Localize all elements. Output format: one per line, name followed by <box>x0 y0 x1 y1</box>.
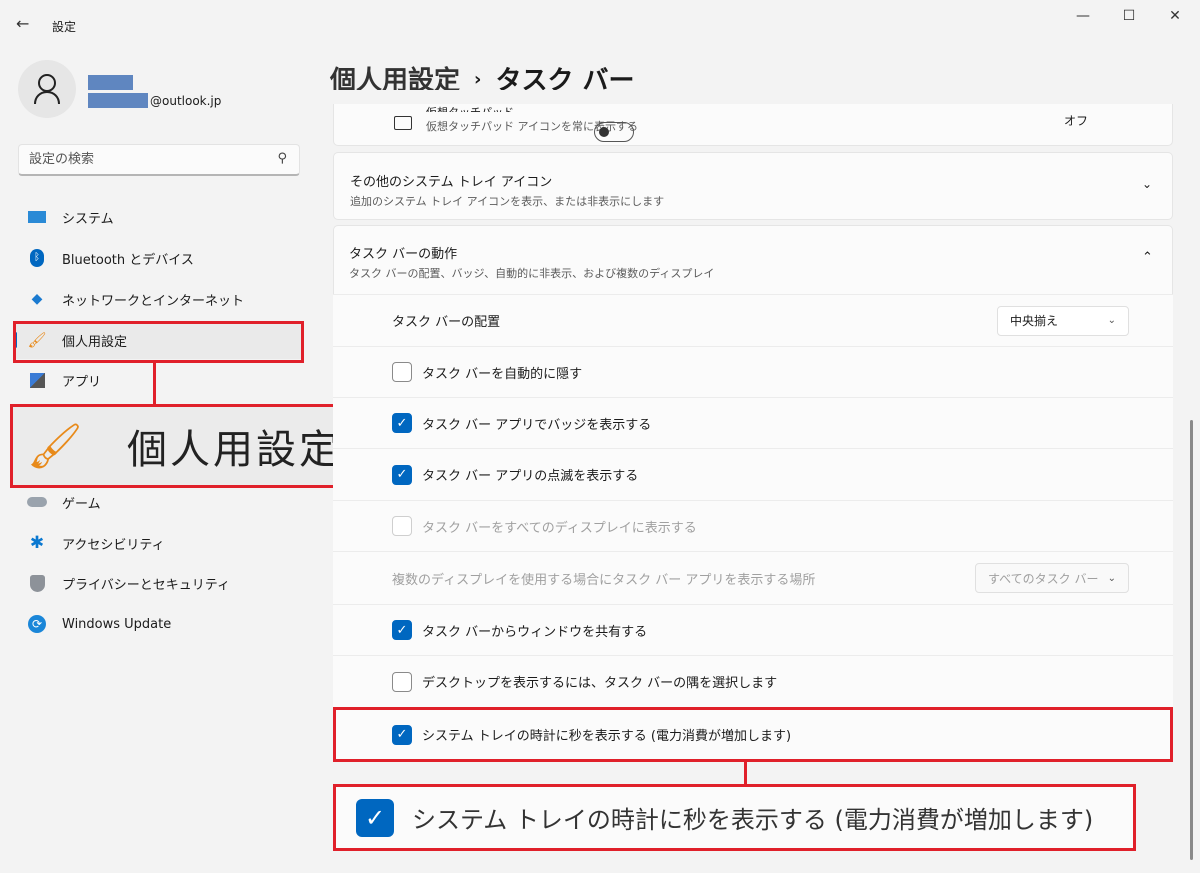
share-window-checkbox[interactable]: ✓ <box>392 620 412 640</box>
search-icon: ⚲ <box>277 151 287 166</box>
touchpad-row: 仮想タッチパッド仮想タッチパッド アイコンを常に表示する オフ <box>333 100 1173 146</box>
touchpad-toggle[interactable] <box>593 121 634 142</box>
search-box[interactable]: ⚲ <box>18 144 300 176</box>
minimize-button[interactable]: — <box>1068 8 1098 24</box>
auto-hide-checkbox[interactable] <box>392 362 412 382</box>
app-title: 設定 <box>52 20 77 34</box>
bluetooth-icon: ᛒ <box>26 249 48 267</box>
account-email: @outlook.jp <box>150 94 222 108</box>
apps-icon <box>26 371 48 389</box>
accessibility-icon: ✱ <box>29 533 45 553</box>
touchpad-icon <box>394 115 412 130</box>
chevron-down-icon: ⌄ <box>1107 315 1116 326</box>
alignment-dropdown[interactable]: 中央揃え ⌄ <box>997 305 1129 336</box>
sidebar-item-accessibility[interactable]: ✱ アクセシビリティ <box>14 524 304 562</box>
paintbrush-icon: 🖌 <box>27 421 83 472</box>
connector-line <box>744 762 747 785</box>
sidebar-item-privacy[interactable]: プライバシーとセキュリティ <box>14 564 304 602</box>
sidebar-item-windows-update[interactable]: ⟳ Windows Update <box>14 605 304 643</box>
highlight-box <box>333 707 1173 762</box>
checkbox-checked-icon: ✓ <box>356 798 394 837</box>
badges-checkbox[interactable]: ✓ <box>392 413 412 433</box>
chevron-down-icon: ⌄ <box>1141 177 1152 191</box>
redacted-name <box>88 75 133 90</box>
update-icon: ⟳ <box>26 615 48 633</box>
seconds-zoom-callout: ✓ システム トレイの時計に秒を表示する (電力消費が増加します) <box>333 784 1136 851</box>
sidebar-item-bluetooth[interactable]: ᛒ Bluetooth とデバイス <box>14 239 304 277</box>
corner-checkbox[interactable] <box>392 671 412 692</box>
highlight-box <box>13 321 304 363</box>
all-displays-checkbox <box>392 516 412 536</box>
title-bar: ← 設定 — ☐ ✕ <box>0 0 1200 48</box>
chevron-down-icon: ⌄ <box>1107 572 1116 584</box>
chevron-up-icon[interactable]: ⌃ <box>1142 250 1153 265</box>
tray-icons-expander[interactable]: その他のシステム トレイ アイコン 追加のシステム トレイ アイコンを表示、また… <box>333 152 1173 220</box>
multi-display-row: 複数のディスプレイを使用する場合にタスク バー アプリを表示する場所 すべてのタ… <box>333 551 1173 604</box>
avatar[interactable] <box>18 60 76 118</box>
sidebar-zoom-callout: 🖌 個人用設定 <box>10 404 377 488</box>
scrollbar[interactable] <box>1190 420 1193 860</box>
multi-display-dropdown: すべてのタスク バー ⌄ <box>975 563 1129 593</box>
sidebar-item-apps[interactable]: アプリ <box>14 361 304 399</box>
sidebar-item-network[interactable]: ◆ ネットワークとインターネット <box>14 280 304 318</box>
auto-hide-row[interactable]: タスク バーを自動的に隠す <box>333 346 1173 397</box>
wifi-icon: ◆ <box>31 291 43 307</box>
close-button[interactable]: ✕ <box>1160 8 1190 24</box>
flashing-row[interactable]: ✓ タスク バー アプリの点滅を表示する <box>333 448 1173 500</box>
flashing-checkbox[interactable]: ✓ <box>392 464 412 485</box>
gamepad-icon <box>26 493 48 511</box>
all-displays-row: タスク バーをすべてのディスプレイに表示する <box>333 500 1173 551</box>
scroll-mask <box>333 90 1173 104</box>
shield-icon <box>26 574 48 592</box>
share-window-row[interactable]: ✓ タスク バーからウィンドウを共有する <box>333 604 1173 655</box>
sidebar-item-system[interactable]: システム <box>14 198 304 236</box>
alignment-row: タスク バーの配置 中央揃え ⌄ <box>333 294 1173 346</box>
connector-line <box>153 363 156 405</box>
back-button[interactable]: ← <box>16 14 29 33</box>
monitor-icon <box>26 208 48 226</box>
sidebar-item-gaming[interactable]: ゲーム <box>14 483 304 521</box>
redacted-email <box>88 93 148 108</box>
search-input[interactable] <box>19 145 259 173</box>
person-icon <box>34 74 60 105</box>
corner-row[interactable]: デスクトップを表示するには、タスク バーの隅を選択します <box>333 655 1173 707</box>
maximize-button[interactable]: ☐ <box>1114 8 1144 24</box>
badges-row[interactable]: ✓ タスク バー アプリでバッジを表示する <box>333 397 1173 448</box>
behaviors-header[interactable]: タスク バーの動作 タスク バーの配置、バッジ、自動的に非表示、および複数のディ… <box>349 243 714 281</box>
